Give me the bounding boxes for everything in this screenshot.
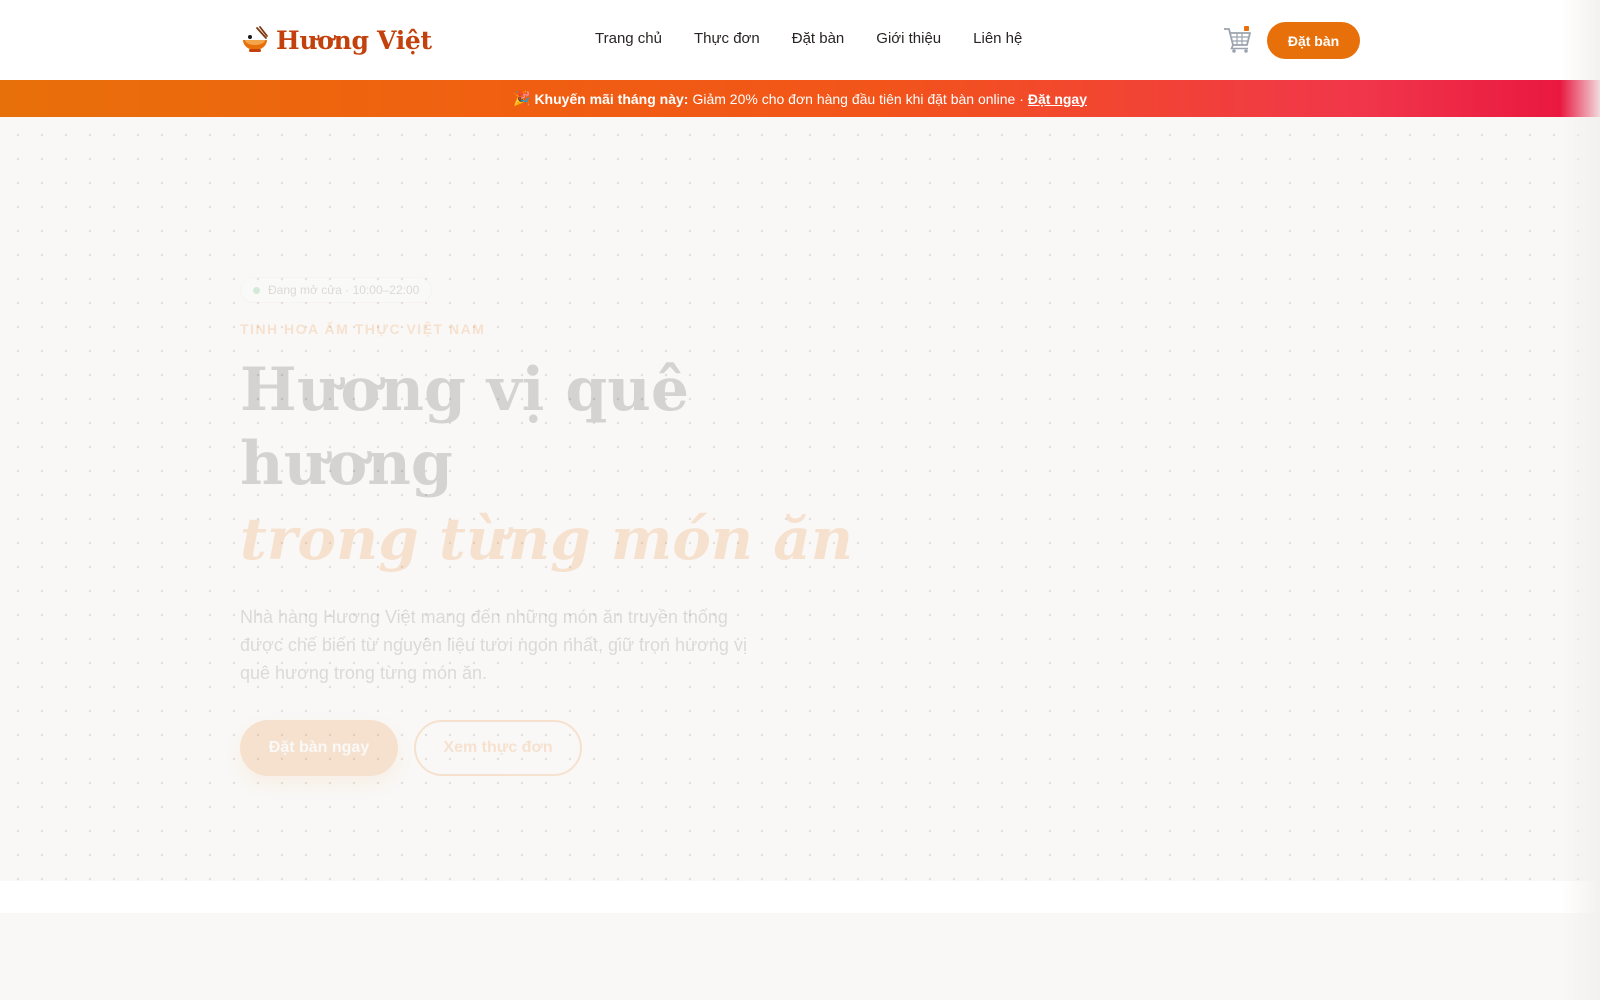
section-divider bbox=[0, 881, 1600, 913]
party-icon: 🎉 bbox=[513, 90, 531, 106]
book-now-button[interactable]: Đặt bàn ngay bbox=[240, 720, 398, 776]
view-menu-button[interactable]: Xem thực đơn bbox=[414, 720, 582, 776]
nav-item-menu[interactable]: Thực đơn bbox=[694, 28, 760, 50]
hero-actions: Đặt bàn ngay Xem thực đơn bbox=[240, 720, 800, 776]
main-nav: Trang chủ Thực đơn Đặt bàn Giới thiệu Li… bbox=[595, 28, 1022, 50]
hero-eyebrow: TINH HOA ẨM THỰC VIỆT NAM bbox=[240, 321, 486, 337]
promo-link[interactable]: Đặt ngay bbox=[1028, 91, 1087, 107]
nav-item-about[interactable]: Giới thiệu bbox=[876, 28, 941, 50]
nav-item-home[interactable]: Trang chủ bbox=[595, 28, 662, 50]
promo-title: Khuyến mãi tháng này: bbox=[534, 90, 689, 107]
promo-banner: 🎉 Khuyến mãi tháng này: Giảm 20% cho đơn… bbox=[0, 80, 1600, 117]
site-header: Hương Việt Trang chủ Thực đơn Đặt bàn Gi… bbox=[0, 0, 1600, 81]
hero-headline: Hương vị quê hương bbox=[240, 355, 690, 499]
reserve-button[interactable]: Đặt bàn bbox=[1267, 22, 1360, 59]
next-section bbox=[0, 913, 1600, 1000]
hero-section: Đang mở cửa · 10:00–22:00 TINH HOA ẨM TH… bbox=[0, 117, 1600, 882]
promo-text: Giảm 20% cho đơn hàng đầu tiên khi đặt b… bbox=[692, 90, 1024, 107]
cart-icon[interactable] bbox=[1222, 24, 1254, 56]
open-status-badge: Đang mở cửa · 10:00–22:00 bbox=[240, 277, 433, 303]
nav-item-reservation[interactable]: Đặt bàn bbox=[792, 28, 845, 50]
nav-item-contact[interactable]: Liên hệ bbox=[973, 28, 1022, 50]
status-dot-icon bbox=[253, 286, 260, 294]
open-status-text: Đang mở cửa · 10:00–22:00 bbox=[268, 283, 420, 297]
logo[interactable]: Hương Việt bbox=[240, 22, 432, 58]
noodle-bowl-icon bbox=[243, 26, 268, 52]
logo-text: Hương Việt bbox=[276, 25, 432, 55]
hero-headline-accent: trong từng món ăn bbox=[240, 505, 853, 573]
hero-description: Nhà hàng Hương Việt mang đến những món ă… bbox=[240, 607, 747, 683]
hero-content: Đang mở cửa · 10:00–22:00 TINH HOA ẨM TH… bbox=[240, 277, 853, 776]
